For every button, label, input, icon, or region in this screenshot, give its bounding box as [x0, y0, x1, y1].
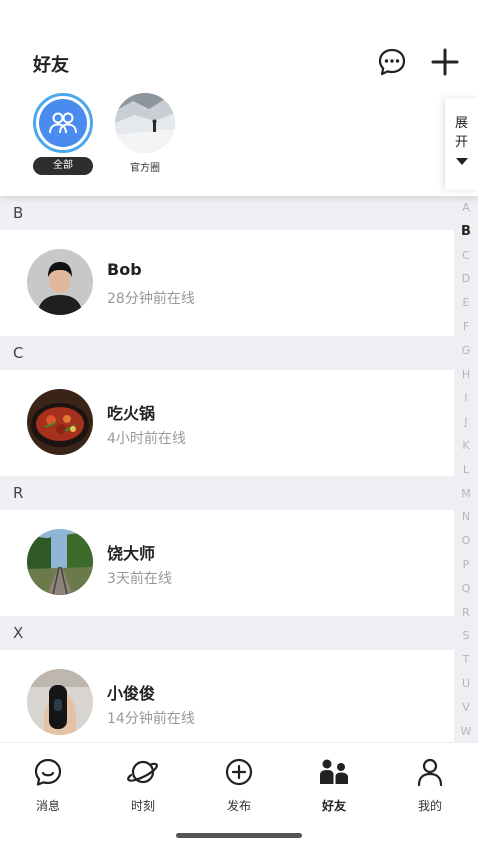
- wristband-photo-image: [27, 669, 93, 735]
- snow-landscape-image: [115, 93, 175, 153]
- tab-me[interactable]: 我的: [400, 755, 460, 814]
- index-letter-i[interactable]: I: [454, 386, 478, 410]
- index-letter-h[interactable]: H: [454, 363, 478, 387]
- index-letter-p[interactable]: P: [454, 553, 478, 577]
- contact-status: 14分钟前在线: [107, 711, 195, 727]
- group-all-label: 全部: [33, 157, 93, 175]
- avatar: [27, 249, 93, 315]
- contact-row[interactable]: 小俊俊 14分钟前在线: [0, 650, 454, 742]
- alphabet-index[interactable]: ABCDEFGHIJKLMNOPQRSTUVW: [454, 196, 478, 742]
- index-letter-j[interactable]: J: [454, 410, 478, 434]
- add-friend-button[interactable]: [427, 44, 463, 80]
- group-official-label: 官方圈: [130, 163, 160, 174]
- index-letter-f[interactable]: F: [454, 315, 478, 339]
- group-official-avatar: [115, 93, 175, 153]
- section-header-r: R: [0, 476, 454, 510]
- index-letter-v[interactable]: V: [454, 696, 478, 720]
- section-header-b: B: [0, 196, 454, 230]
- caret-down-icon: [455, 158, 468, 165]
- index-letter-q[interactable]: Q: [454, 577, 478, 601]
- plus-circle-icon: [225, 758, 253, 786]
- section-header-x: X: [0, 616, 454, 650]
- person-icon: [417, 758, 443, 787]
- tab-label: 时刻: [130, 799, 155, 813]
- person-photo-image: [27, 249, 93, 315]
- contact-name: 饶大师: [107, 544, 156, 563]
- contact-list[interactable]: B Bob 28分钟前在线 C 吃火锅 4小时前在线 R 饶大师 3天前在线 X…: [0, 196, 454, 742]
- tab-moments[interactable]: 时刻: [113, 755, 173, 814]
- group-official[interactable]: 官方圈: [114, 93, 176, 174]
- tab-label: 发布: [226, 799, 251, 813]
- contact-name: 小俊俊: [107, 684, 156, 703]
- index-letter-w[interactable]: W: [454, 720, 478, 742]
- index-letter-c[interactable]: C: [454, 244, 478, 268]
- avatar: [27, 669, 93, 735]
- group-all[interactable]: 全部: [32, 93, 94, 175]
- avatar: [27, 529, 93, 595]
- message-smile-icon: [34, 758, 62, 786]
- contact-status: 28分钟前在线: [107, 291, 195, 307]
- contact-row[interactable]: 饶大师 3天前在线: [0, 510, 454, 616]
- chat-button[interactable]: [374, 44, 410, 80]
- chat-bubble-icon: [378, 48, 406, 76]
- index-letter-d[interactable]: D: [454, 267, 478, 291]
- tab-publish[interactable]: 发布: [209, 755, 269, 814]
- contact-row[interactable]: 吃火锅 4小时前在线: [0, 370, 454, 476]
- index-letter-b[interactable]: B: [454, 220, 478, 244]
- contact-name: Bob: [107, 260, 142, 279]
- index-letter-l[interactable]: L: [454, 458, 478, 482]
- tab-label: 消息: [35, 799, 60, 813]
- contact-status: 3天前在线: [107, 571, 172, 587]
- tab-messages[interactable]: 消息: [18, 755, 78, 814]
- page-title: 好友: [33, 55, 69, 76]
- index-letter-m[interactable]: M: [454, 482, 478, 506]
- expand-label-1: 展: [454, 116, 468, 131]
- contact-status: 4小时前在线: [107, 431, 186, 447]
- planet-icon: [127, 760, 158, 784]
- tab-label: 好友: [321, 799, 346, 813]
- index-letter-u[interactable]: U: [454, 672, 478, 696]
- expand-label-2: 开: [454, 135, 468, 150]
- index-letter-n[interactable]: N: [454, 505, 478, 529]
- contact-row[interactable]: Bob 28分钟前在线: [0, 230, 454, 336]
- index-letter-g[interactable]: G: [454, 339, 478, 363]
- tab-friends[interactable]: 好友: [304, 755, 364, 814]
- railway-landscape-image: [27, 529, 93, 595]
- group-people-icon: [49, 112, 77, 134]
- group-all-avatar: [33, 93, 93, 153]
- index-letter-o[interactable]: O: [454, 529, 478, 553]
- expand-button[interactable]: 展 开: [445, 98, 478, 190]
- home-indicator[interactable]: [176, 833, 302, 838]
- index-letter-s[interactable]: S: [454, 624, 478, 648]
- index-letter-k[interactable]: K: [454, 434, 478, 458]
- friends-icon: [320, 759, 348, 784]
- avatar: [27, 389, 93, 455]
- index-letter-e[interactable]: E: [454, 291, 478, 315]
- index-letter-r[interactable]: R: [454, 601, 478, 625]
- top-header: 好友 全部 官方圈 展 开: [0, 0, 478, 196]
- index-letter-t[interactable]: T: [454, 648, 478, 672]
- section-header-c: C: [0, 336, 454, 370]
- index-letter-a[interactable]: A: [454, 196, 478, 220]
- contact-name: 吃火锅: [107, 404, 156, 423]
- tab-label: 我的: [417, 799, 442, 813]
- hotpot-food-image: [27, 389, 93, 455]
- plus-icon: [431, 48, 459, 76]
